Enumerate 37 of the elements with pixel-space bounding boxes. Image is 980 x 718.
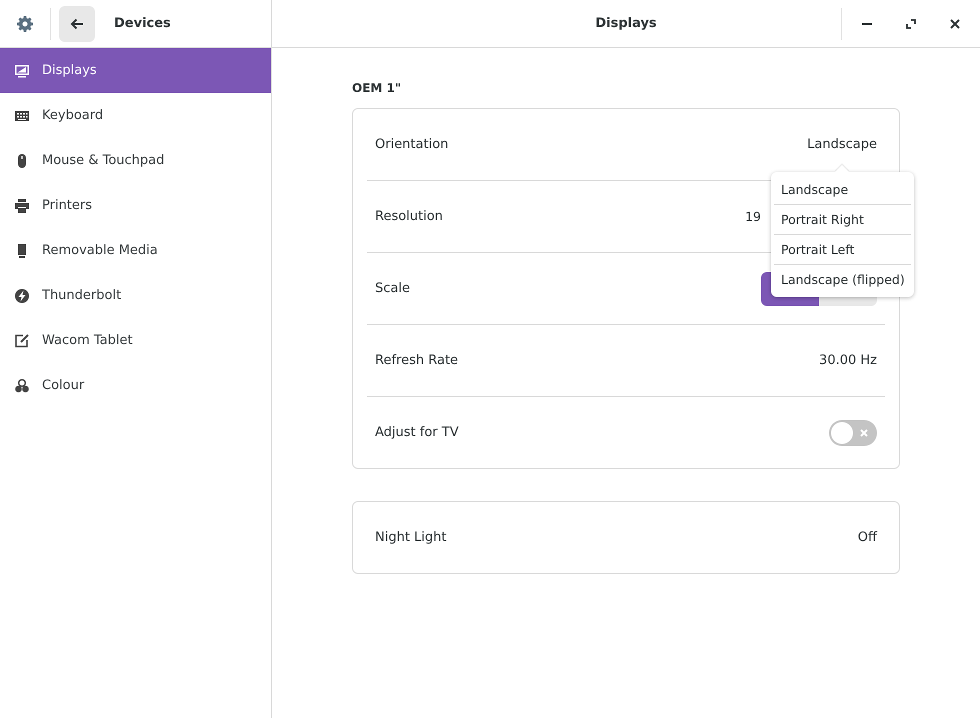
setting-label: Refresh Rate [375, 353, 458, 368]
sidebar-item[interactable]: Removable Media [0, 228, 271, 273]
sidebar-item[interactable]: Colour [0, 363, 271, 408]
cross-icon [860, 428, 868, 436]
colour-circles-icon [14, 378, 30, 394]
menu-item[interactable]: Landscape [774, 175, 911, 205]
settings-icon[interactable] [17, 16, 33, 32]
back-arrow-icon [70, 18, 84, 30]
setting-value[interactable]: 30.00 Hz [819, 353, 877, 368]
sidebar-item[interactable]: Displays [0, 48, 271, 93]
setting-label: Adjust for TV [375, 425, 459, 440]
setting-label: Scale [375, 281, 410, 296]
setting-value[interactable]: Off [858, 530, 877, 545]
section-title: Devices [114, 16, 171, 31]
close-icon[interactable] [950, 19, 960, 29]
menu-item[interactable]: Landscape (flipped) [774, 265, 911, 294]
setting-value[interactable]: 19 [745, 209, 761, 224]
maximize-icon[interactable] [906, 19, 916, 29]
sidebar-item[interactable]: Mouse & Touchpad [0, 138, 271, 183]
menu-item[interactable]: Portrait Right [774, 205, 911, 235]
window-title: Displays [595, 16, 657, 31]
tablet-pen-icon [14, 332, 30, 348]
sidebar-item[interactable]: Printers [0, 183, 271, 228]
setting-value[interactable]: Landscape [807, 137, 877, 152]
sidebar-item[interactable]: Keyboard [0, 93, 271, 138]
sidebar-item[interactable]: Thunderbolt [0, 273, 271, 318]
toggle-switch[interactable] [829, 420, 877, 446]
menu-item[interactable]: Portrait Left [774, 235, 911, 265]
sidebar-item[interactable]: Wacom Tablet [0, 318, 271, 363]
setting-label: Resolution [375, 209, 443, 224]
back-button[interactable] [59, 6, 95, 42]
setting-label: Orientation [375, 137, 448, 152]
lightning-bolt-icon [14, 288, 30, 304]
setting-label: Night Light [375, 530, 446, 545]
display-name: OEM 1" [352, 81, 402, 95]
display-icon [14, 62, 30, 78]
printer-icon [14, 198, 30, 214]
